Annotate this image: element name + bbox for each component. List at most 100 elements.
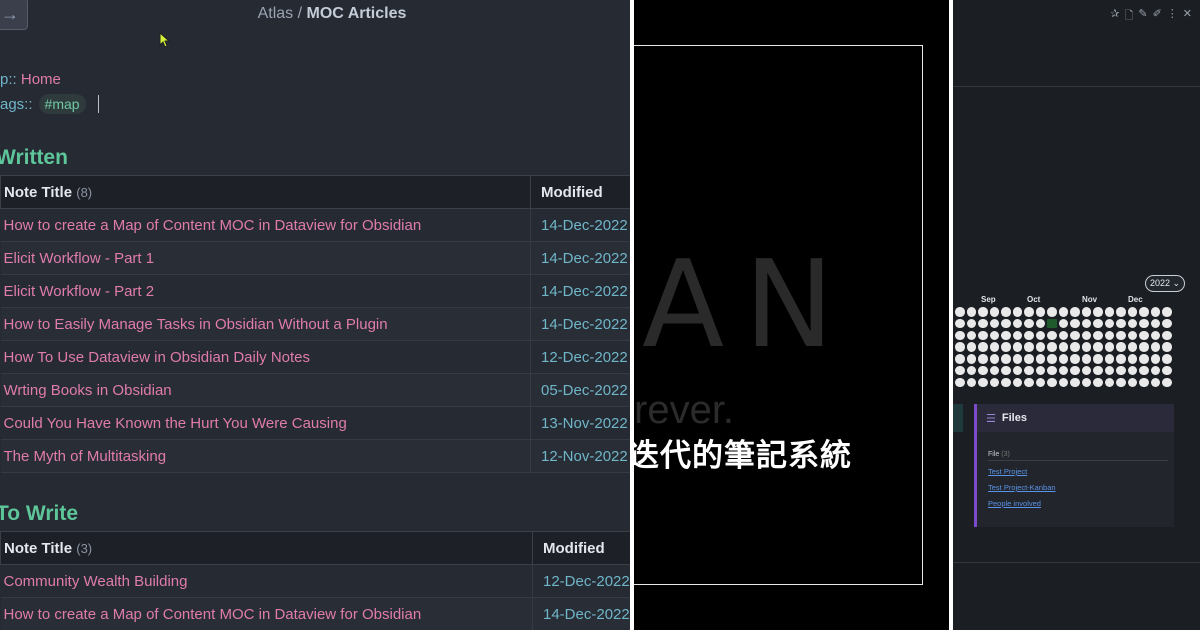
- heatmap-day[interactable]: [1058, 377, 1068, 388]
- heatmap-day[interactable]: [1104, 307, 1114, 317]
- heatmap-day[interactable]: [1139, 307, 1149, 317]
- heatmap-day[interactable]: [1162, 330, 1172, 341]
- heatmap-day[interactable]: [978, 318, 988, 329]
- heatmap-day[interactable]: [1081, 330, 1091, 341]
- heatmap-day[interactable]: [1139, 330, 1149, 341]
- breadcrumb-parent[interactable]: Atlas: [258, 5, 294, 22]
- heatmap-day[interactable]: [1162, 365, 1172, 376]
- heatmap-day[interactable]: [1024, 318, 1034, 329]
- heatmap-day[interactable]: [955, 318, 965, 329]
- heatmap-day[interactable]: [1127, 342, 1137, 352]
- tag-pill[interactable]: #map: [38, 94, 86, 114]
- heatmap-day[interactable]: [1104, 377, 1114, 388]
- heatmap-day[interactable]: [1070, 365, 1080, 376]
- heatmap-day[interactable]: [1081, 377, 1091, 388]
- heatmap-day[interactable]: [1058, 318, 1068, 329]
- heatmap-day[interactable]: [966, 318, 976, 329]
- heatmap-day[interactable]: [978, 330, 988, 341]
- heatmap-day[interactable]: [989, 307, 999, 317]
- heatmap-day[interactable]: [989, 318, 999, 329]
- heatmap-day[interactable]: [1024, 354, 1034, 364]
- heatmap-day[interactable]: [955, 354, 965, 364]
- new-file-icon[interactable]: 🗋: [1124, 7, 1133, 26]
- heatmap-day[interactable]: [1035, 342, 1045, 352]
- heatmap-day[interactable]: [1104, 354, 1114, 364]
- heatmap-day[interactable]: [1093, 307, 1103, 317]
- heatmap-day[interactable]: [1127, 377, 1137, 388]
- heatmap-day[interactable]: [1058, 330, 1068, 341]
- heatmap-day[interactable]: [1024, 330, 1034, 341]
- heatmap-day[interactable]: [1081, 365, 1091, 376]
- note-title-link[interactable]: Elicit Workflow - Part 1: [0, 241, 531, 275]
- heatmap-day[interactable]: [966, 330, 976, 341]
- note-title-link[interactable]: How to create a Map of Content MOC in Da…: [0, 597, 533, 630]
- heatmap-day[interactable]: [1035, 377, 1045, 388]
- heatmap-day[interactable]: [1024, 307, 1034, 317]
- heatmap-day[interactable]: [1116, 377, 1126, 388]
- property-up-value[interactable]: Home: [21, 71, 61, 88]
- heatmap-day[interactable]: [1162, 354, 1172, 364]
- heatmap-day[interactable]: [966, 354, 976, 364]
- heatmap-day[interactable]: [1001, 342, 1011, 352]
- heatmap-day[interactable]: [1116, 330, 1126, 341]
- heatmap-day[interactable]: [1127, 307, 1137, 317]
- heatmap-day[interactable]: [1093, 377, 1103, 388]
- note-title-link[interactable]: How To Use Dataview in Obsidian Daily No…: [0, 340, 531, 374]
- heatmap-day[interactable]: [989, 377, 999, 388]
- heatmap-day[interactable]: [1127, 354, 1137, 364]
- heatmap-day[interactable]: [966, 365, 976, 376]
- heatmap-day[interactable]: [978, 342, 988, 352]
- files-callout-header[interactable]: ☰ Files: [977, 404, 1174, 432]
- heatmap-day[interactable]: [1139, 354, 1149, 364]
- heatmap-day[interactable]: [955, 365, 965, 376]
- heatmap-day[interactable]: [1070, 330, 1080, 341]
- heatmap-day[interactable]: [1070, 307, 1080, 317]
- heatmap-day[interactable]: [1081, 342, 1091, 352]
- heatmap-day[interactable]: [1116, 318, 1126, 329]
- heatmap-day[interactable]: [1012, 377, 1022, 388]
- heatmap-day[interactable]: [1012, 342, 1022, 352]
- heatmap-day[interactable]: [1047, 330, 1057, 341]
- heatmap-day[interactable]: [1070, 342, 1080, 352]
- heatmap-day[interactable]: [1093, 354, 1103, 364]
- heatmap-day[interactable]: [989, 354, 999, 364]
- heatmap-day[interactable]: [1116, 342, 1126, 352]
- heatmap-day[interactable]: [1104, 365, 1114, 376]
- heatmap-day[interactable]: [955, 377, 965, 388]
- heatmap-day[interactable]: [1035, 354, 1045, 364]
- file-link[interactable]: People involved: [988, 499, 1041, 508]
- heatmap-day[interactable]: [978, 307, 988, 317]
- heatmap-day[interactable]: [1150, 354, 1160, 364]
- heatmap-day[interactable]: [1150, 342, 1160, 352]
- heatmap-day[interactable]: [989, 365, 999, 376]
- heatmap-day[interactable]: [989, 342, 999, 352]
- heatmap-day[interactable]: [1116, 307, 1126, 317]
- heatmap-day[interactable]: [1047, 307, 1057, 317]
- heatmap-day[interactable]: [1012, 318, 1022, 329]
- heatmap-day[interactable]: [1081, 318, 1091, 329]
- heatmap-day[interactable]: [1024, 377, 1034, 388]
- heatmap-day[interactable]: [955, 330, 965, 341]
- pencil-icon[interactable]: ✐: [1153, 7, 1162, 26]
- edit-icon[interactable]: ✎: [1138, 7, 1147, 26]
- heatmap-day[interactable]: [1162, 377, 1172, 388]
- heatmap-day[interactable]: [1035, 365, 1045, 376]
- heatmap-day[interactable]: [1139, 377, 1149, 388]
- note-title-link[interactable]: Could You Have Known the Hurt You Were C…: [0, 406, 531, 440]
- heatmap-day[interactable]: [1081, 354, 1091, 364]
- heatmap-day[interactable]: [1162, 342, 1172, 352]
- heatmap-day[interactable]: [978, 354, 988, 364]
- heatmap-day[interactable]: [1116, 354, 1126, 364]
- note-title-link[interactable]: Wrting Books in Obsidian: [0, 373, 531, 407]
- heatmap-day[interactable]: [1139, 365, 1149, 376]
- more-icon[interactable]: ⋮: [1167, 7, 1178, 26]
- heatmap-day[interactable]: [1116, 365, 1126, 376]
- heatmap-day[interactable]: [1150, 307, 1160, 317]
- note-title-link[interactable]: How to create a Map of Content MOC in Da…: [0, 208, 531, 242]
- heatmap-day[interactable]: [1012, 330, 1022, 341]
- heatmap-day[interactable]: [1093, 365, 1103, 376]
- file-link[interactable]: Test Project-Kanban: [988, 483, 1056, 492]
- heatmap-day[interactable]: [1093, 330, 1103, 341]
- heatmap-day[interactable]: [1162, 318, 1172, 329]
- heatmap-day[interactable]: [1081, 307, 1091, 317]
